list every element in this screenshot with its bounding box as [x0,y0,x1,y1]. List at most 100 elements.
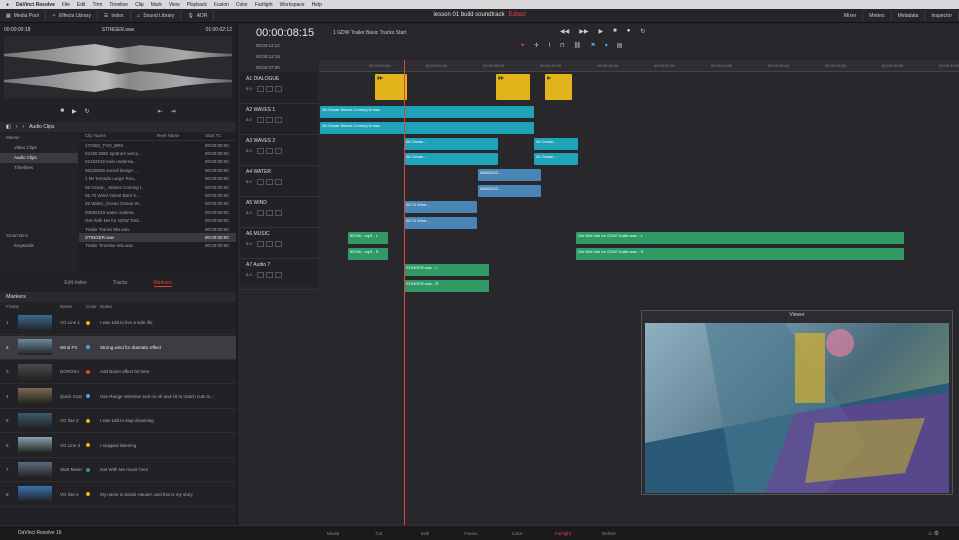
waves2-clip-r[interactable]: 06 Ocean... [404,153,498,165]
track-volume[interactable]: 0.0 [246,86,252,92]
clip-row[interactable]: 02192915 train undersw... 00:00:00:00 [79,158,236,166]
track-volume[interactable]: 0.0 [246,117,252,123]
playhead[interactable] [404,60,405,525]
clip-row[interactable]: Get With Me for GDW Trail... 00:00:00:00 [79,217,236,225]
menu-app-name[interactable]: DaVinci Resolve [16,2,55,8]
loop-icon[interactable]: ↻ [85,108,90,118]
music-clip-r[interactable]: 90766...mp3 - R [348,248,388,260]
marker-row[interactable]: 1 VO Line 1 I was told to live a safe life [0,311,236,335]
zoom-icon[interactable]: ▤ [617,42,623,49]
menu-view[interactable]: View [169,2,180,8]
record-arm-button[interactable] [256,179,264,185]
track-volume[interactable]: 0.0 [246,241,252,247]
marker-icon[interactable]: ▾ [605,42,608,49]
col-reel-name[interactable]: Reel Name [157,133,205,140]
stop-button-icon[interactable]: ■ [613,28,617,35]
clip-row[interactable]: Trailer Tracks Mix.wav 00:00:00:00 [79,225,236,233]
marker-row[interactable]: 3 DCROSA Add Boom effect hit here [0,360,236,384]
track-volume[interactable]: 0.0 [246,210,252,216]
flag-icon[interactable]: ⚑ [590,42,595,49]
dialogue-clip-3[interactable]: ▮▸ [545,74,572,100]
page-edit[interactable]: Edit [402,531,448,536]
waves2-clip-l[interactable]: 06 Ocean... [404,138,498,150]
track-header[interactable]: A4 WATER 0.0 [240,165,318,197]
waves1-clip-l[interactable]: 06 Ocean Waves Coming In.wav [320,106,534,118]
dialogue-clip-2[interactable]: ▮▮▸ [496,74,530,100]
wind-clip-l[interactable]: 05.70 Wind... [404,201,477,213]
track-header[interactable]: A2 WAVES 1 0.0 [240,103,318,135]
play-button-icon[interactable]: ▶ [598,28,603,35]
viewer-window[interactable]: Viewer [641,310,953,495]
stop-icon[interactable]: ■ [60,108,64,118]
play-icon[interactable]: ▶ [72,108,77,118]
timeline-ruler[interactable]: 00:00:00:00 00:00:04:00 00:00:08:00 00:00:1… [319,60,959,72]
clip-row[interactable]: 00692233 water underw... 00:00:00:00 [79,208,236,216]
mute-button[interactable] [274,210,282,216]
track-volume[interactable]: 0.0 [246,148,252,154]
menu-edit[interactable]: Edit [77,2,86,8]
bin-timelines[interactable]: Timelines [0,163,78,173]
marker-row[interactable]: 6 VO Line 3 I stopped listening [0,434,236,458]
panel-toggle-icon[interactable]: ◧ [6,124,11,130]
track-header[interactable]: A1 DIALOGUE 0.0 [240,72,318,104]
track-volume[interactable]: 0.0 [246,179,252,185]
marker-row[interactable]: 7 Start Music Get With Me music here [0,458,236,482]
track-volume[interactable]: 0.0 [246,272,252,278]
mute-button[interactable] [274,148,282,154]
inspector-button[interactable]: Inspector [925,11,959,21]
waves2-clip2-r[interactable]: 06 Ocean... [534,153,578,165]
meters-button[interactable]: Meters [863,11,892,21]
clip-row[interactable]: 06 Ocean_ Waves Coming I... 00:00:00:00 [79,183,236,191]
smart-bin-keywords[interactable]: Keywords [0,241,78,251]
solo-button[interactable] [265,86,273,92]
clip-row[interactable]: Trailer Timeline Mix.wav 00:00:00:00 [79,242,236,250]
solo-button[interactable] [265,210,273,216]
menu-color[interactable]: Color [236,2,248,8]
page-fusion[interactable]: Fusion [448,531,494,536]
page-cut[interactable]: Cut [356,531,402,536]
loop-button-icon[interactable]: ↻ [640,28,645,35]
menu-fairlight[interactable]: Fairlight [255,2,273,8]
clip-row[interactable]: 1 MI Tornado Large Toru... 00:00:00:00 [79,175,236,183]
next-icon[interactable]: ⇥ [171,108,176,118]
menu-workspace[interactable]: Workspace [280,2,305,8]
track-header[interactable]: A3 WAVES 2 0.0 [240,134,318,166]
forward-icon[interactable]: › [22,124,24,130]
record-arm-button[interactable] [256,210,264,216]
stinger-clip-l[interactable]: STINGER.wav - L [404,264,489,276]
mute-button[interactable] [274,272,282,278]
menu-file[interactable]: File [62,2,70,8]
blade-tool-icon[interactable]: ⌇ [548,42,551,49]
page-color[interactable]: Color [494,531,540,536]
back-icon[interactable]: ‹ [16,124,18,130]
mute-button[interactable] [274,117,282,123]
rewind-icon[interactable]: ◀◀ [560,28,569,35]
col-notes[interactable]: Notes [100,304,112,309]
music-clip-l[interactable]: 90766...mp3 - L [348,232,388,244]
range-tool-icon[interactable]: ✛ [534,42,539,49]
fast-forward-icon[interactable]: ▶▶ [579,28,588,35]
marker-row[interactable]: 4 Quick Cuts Use Range selection tool on A… [0,385,236,409]
menu-mark[interactable]: Mark [151,2,162,8]
pointer-tool-icon[interactable]: ✦ [520,42,525,49]
apple-menu[interactable]: ● [6,2,9,8]
marker-row[interactable]: 2 Wind FX Strong wind for dramatic effect [0,335,236,360]
solo-button[interactable] [265,179,273,185]
metadata-button[interactable]: Metadata [892,11,926,21]
tab-tracks[interactable]: Tracks [113,280,128,286]
clip-row[interactable]: 05.70 Wind Volent Burn h... 00:00:00:00 [79,191,236,199]
tab-markers[interactable]: Markers [153,280,172,287]
record-arm-button[interactable] [256,117,264,123]
menu-fusion[interactable]: Fusion [214,2,229,8]
clip-row[interactable]: 170302_TVO_BRK 00:00:00:00 [79,141,236,149]
water-clip-r[interactable]: 00692233... [478,185,541,197]
record-arm-button[interactable] [256,148,264,154]
marker-row[interactable]: 5 VO line 2 I was told to stop dreaming [0,409,236,433]
clip-row[interactable]: 02190 DBG spotrum wet p... 00:00:00:00 [79,149,236,157]
music-long-clip-r[interactable]: Get With Me for GDW Trailer.wav - R [576,248,904,260]
source-waveform[interactable] [4,36,232,98]
track-header[interactable]: A7 Audio 7 0.0 [240,258,318,290]
mixer-button[interactable]: Mixer [838,11,864,21]
marker-row[interactable]: 8 VO line 4 My name is Sarah Hauser, and t… [0,483,236,507]
bin-video-clips[interactable]: Video Clips [0,143,78,153]
